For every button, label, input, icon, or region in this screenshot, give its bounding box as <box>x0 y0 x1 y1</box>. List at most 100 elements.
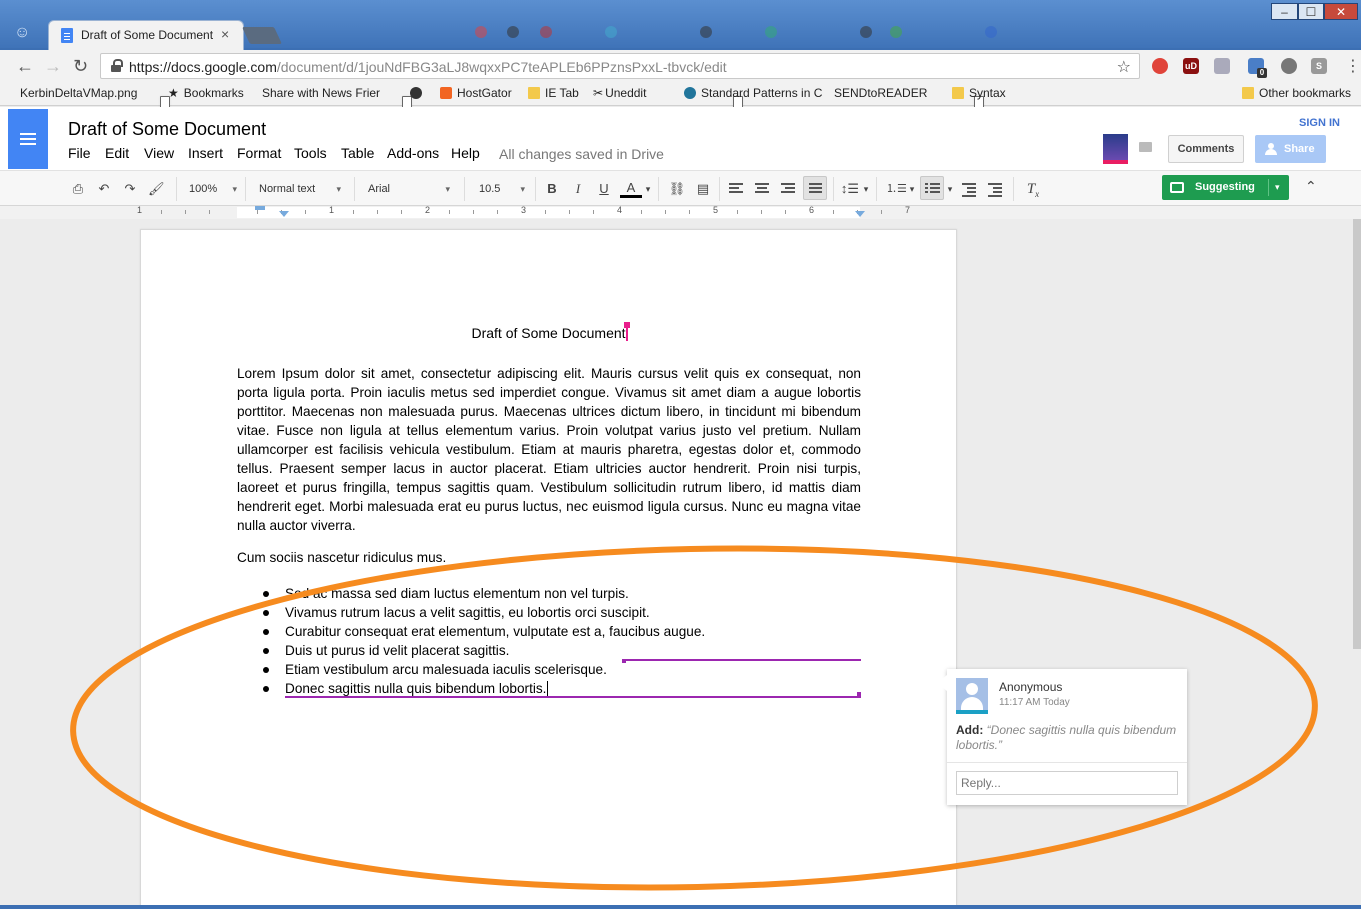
left-indent-marker[interactable] <box>279 211 289 217</box>
bookmark-item[interactable]: ★ Bookmarks <box>168 86 244 100</box>
avatar[interactable] <box>1103 134 1128 164</box>
document-heading[interactable]: Draft of Some Document <box>141 322 958 341</box>
chevron-down-icon[interactable]: ▾ <box>946 179 954 199</box>
bulleted-list-icon[interactable] <box>920 176 944 200</box>
folder-icon <box>528 87 540 99</box>
reply-input[interactable] <box>956 771 1178 795</box>
comment-icon[interactable]: ▤ <box>694 179 712 199</box>
forward-arrow-icon[interactable]: → <box>44 56 62 77</box>
ublock-icon[interactable]: uD <box>1183 58 1199 74</box>
bookmark-item[interactable]: Other bookmarks <box>1242 86 1351 100</box>
minimize-button[interactable]: – <box>1271 3 1298 20</box>
chevron-down-icon[interactable]: ▾ <box>1275 175 1280 200</box>
chat-icon[interactable] <box>1135 136 1159 160</box>
share-button[interactable]: Share <box>1255 135 1326 163</box>
align-center-icon[interactable] <box>755 181 771 197</box>
browser-tab-active[interactable]: Draft of Some Document × <box>48 20 244 50</box>
ball-icon[interactable] <box>1281 58 1297 74</box>
list-item[interactable]: Vivamus rutrum lacus a velit sagittis, e… <box>261 603 861 622</box>
bookmark-label: KerbinDeltaVMap.png <box>20 86 138 100</box>
suggestion-comment-card[interactable]: Anonymous 11:17 AM Today Add: “Donec sag… <box>937 669 1187 805</box>
reload-icon[interactable]: ↻ <box>73 56 88 77</box>
document-page[interactable]: Draft of Some Document Lorem Ipsum dolor… <box>140 229 957 909</box>
first-line-indent-marker[interactable] <box>255 206 265 210</box>
bookmark-item[interactable]: IE Tab <box>528 86 579 100</box>
chrome-menu-icon[interactable]: ⋮ <box>1345 56 1361 76</box>
save-status[interactable]: All changes saved in Drive <box>499 146 664 162</box>
zoom-select[interactable]: 100% <box>189 178 237 200</box>
body-paragraph[interactable]: Lorem Ipsum dolor sit amet, consectetur … <box>237 364 861 535</box>
chrome-user-icon[interactable]: ☺ <box>14 24 30 42</box>
menu-tools[interactable]: Tools <box>294 145 327 161</box>
list-item[interactable]: Sed ac massa sed diam luctus elementum n… <box>261 584 861 603</box>
italic-button[interactable]: I <box>570 179 586 199</box>
ruler: 1 1 2 3 4 5 6 7 <box>0 205 1361 219</box>
s-icon[interactable]: S <box>1311 58 1327 74</box>
clear-formatting-icon[interactable]: Tx <box>1024 179 1042 199</box>
decrease-indent-icon[interactable] <box>962 181 978 197</box>
font-size-select[interactable]: 10.5 <box>479 178 525 200</box>
chevron-down-icon[interactable]: ▾ <box>644 179 652 199</box>
bookmark-item[interactable]: KerbinDeltaVMap.png <box>20 86 170 108</box>
bold-button[interactable]: B <box>544 179 560 199</box>
folder-icon <box>952 87 964 99</box>
bookmark-label: Other bookmarks <box>1259 86 1352 100</box>
maximize-button[interactable]: ☐ <box>1298 3 1324 20</box>
align-left-icon[interactable] <box>729 181 745 197</box>
print-icon[interactable]: ⎙ <box>70 179 86 199</box>
tab-close-icon[interactable]: × <box>221 26 229 42</box>
menu-format[interactable]: Format <box>237 145 281 161</box>
shield-icon[interactable] <box>1152 58 1168 74</box>
bookmark-item[interactable] <box>410 86 427 100</box>
bookmark-item[interactable]: Syntax <box>952 86 1006 100</box>
menu-table[interactable]: Table <box>341 145 374 161</box>
back-arrow-icon[interactable]: ← <box>16 56 34 77</box>
bookmark-item[interactable]: Standard Patterns in C <box>684 86 822 100</box>
menu-help[interactable]: Help <box>451 145 480 161</box>
ruler-number: 5 <box>713 205 719 215</box>
paint-format-icon[interactable]: 🖌 <box>148 179 165 199</box>
suggesting-mode-button[interactable]: Suggesting ▾ <box>1162 175 1289 200</box>
bookmark-item[interactable]: Share with News Frier <box>262 86 412 108</box>
suggested-text: Donec sagittis nulla quis bibendum lobor… <box>285 681 547 696</box>
document-title[interactable]: Draft of Some Document <box>68 119 266 140</box>
body-paragraph-2[interactable]: Cum sociis nascetur ridiculus mus. <box>237 550 861 565</box>
bookmark-item[interactable]: HostGator <box>440 86 512 100</box>
line-spacing-icon[interactable]: ↕☰ <box>840 179 860 199</box>
menu-addons[interactable]: Add-ons <box>387 145 439 161</box>
docs-home-icon[interactable] <box>8 109 48 169</box>
bookmark-item[interactable]: ✂ Uneddit <box>593 86 743 108</box>
chevron-down-icon[interactable]: ▾ <box>862 179 870 199</box>
extension-icon[interactable] <box>1214 58 1230 74</box>
close-window-button[interactable]: ✕ <box>1324 3 1358 20</box>
address-bar[interactable]: https://docs.google.com/document/d/1jouN… <box>100 53 1140 79</box>
font-select[interactable]: Arial <box>368 178 450 200</box>
right-indent-marker[interactable] <box>855 211 865 217</box>
redo-icon[interactable]: ↷ <box>122 179 138 199</box>
bookmark-item[interactable]: SENDtoREADER <box>834 86 984 108</box>
underline-button[interactable]: U <box>596 179 612 199</box>
collapse-menus-icon[interactable]: ⌃ <box>1305 178 1317 195</box>
menu-edit[interactable]: Edit <box>105 145 129 161</box>
list-item[interactable]: Duis ut purus id velit placerat sagittis… <box>261 641 861 660</box>
comments-button[interactable]: Comments <box>1168 135 1244 163</box>
bookmark-star-icon[interactable]: ☆ <box>1117 57 1131 77</box>
increase-indent-icon[interactable] <box>988 181 1004 197</box>
background-app-icon <box>890 26 902 38</box>
list-item[interactable]: Etiam vestibulum arcu malesuada iaculis … <box>261 660 861 679</box>
menu-file[interactable]: File <box>68 145 91 161</box>
justify-icon[interactable] <box>803 176 827 200</box>
menu-view[interactable]: View <box>144 145 174 161</box>
text-color-button[interactable]: A <box>620 179 642 198</box>
link-icon[interactable]: ⛓ <box>667 179 687 199</box>
vertical-scrollbar[interactable] <box>1353 219 1361 649</box>
chevron-down-icon[interactable]: ▾ <box>908 179 916 199</box>
sign-in-link[interactable]: SIGN IN <box>1299 117 1340 129</box>
undo-icon[interactable]: ↶ <box>96 179 112 199</box>
list-item[interactable]: Curabitur consequat erat elementum, vulp… <box>261 622 861 641</box>
menu-insert[interactable]: Insert <box>188 145 223 161</box>
align-right-icon[interactable] <box>781 181 797 197</box>
numbered-list-icon[interactable]: ⒈☰ <box>886 179 907 199</box>
style-select[interactable]: Normal text <box>259 178 341 200</box>
suggesting-label: Suggesting <box>1195 181 1255 193</box>
